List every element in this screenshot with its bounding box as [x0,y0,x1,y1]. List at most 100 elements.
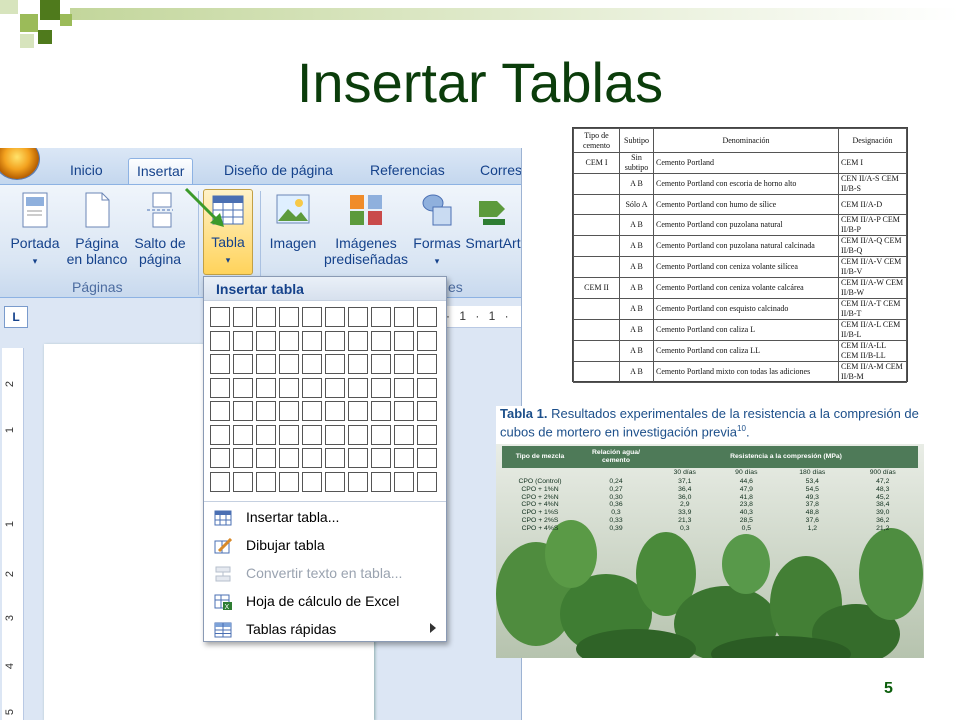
tab-insertar[interactable]: Insertar [128,158,194,184]
grid-cell[interactable] [210,307,230,327]
grid-cell[interactable] [394,471,414,492]
formas-button[interactable]: Formas ▾ [412,191,462,269]
grid-cell[interactable] [394,377,414,398]
pagina-en-blanco-button[interactable]: Página en blanco [66,191,128,267]
smartart-button[interactable]: SmartArt [464,191,521,251]
grid-cell[interactable] [256,307,276,327]
grid-cell[interactable] [325,354,345,374]
tab-selector[interactable]: L [4,306,28,328]
grid-cell[interactable] [279,354,299,374]
grid-cell[interactable] [279,307,299,327]
grid-cell[interactable] [417,424,437,445]
grid-cell[interactable] [302,448,322,468]
grid-cell[interactable] [417,307,437,327]
grid-cell[interactable] [394,330,414,351]
grid-cell[interactable] [371,448,391,468]
grid-cell[interactable] [394,424,414,445]
grid-cell[interactable] [210,354,230,374]
tab-referencias[interactable]: Referencias [362,158,453,184]
menu-tablas-rapidas[interactable]: Tablas rápidas [204,617,446,643]
grid-cell[interactable] [417,448,437,468]
grid-cell[interactable] [348,377,368,398]
grid-cell[interactable] [417,354,437,374]
grid-cell[interactable] [348,401,368,421]
grid-cell[interactable] [233,377,253,398]
grid-cell[interactable] [279,448,299,468]
grid-cell[interactable] [348,471,368,492]
grid-cell[interactable] [325,471,345,492]
table-size-grid[interactable] [210,307,442,495]
grid-cell[interactable] [325,448,345,468]
grid-cell[interactable] [348,448,368,468]
grid-cell[interactable] [210,330,230,351]
table-cell: CPO + 4%N [521,501,559,509]
grid-cell[interactable] [256,330,276,351]
grid-cell[interactable] [325,307,345,327]
grid-cell[interactable] [256,448,276,468]
grid-cell[interactable] [417,377,437,398]
grid-cell[interactable] [371,330,391,351]
grid-cell[interactable] [256,354,276,374]
grid-cell[interactable] [302,330,322,351]
grid-cell[interactable] [371,377,391,398]
grid-cell[interactable] [233,401,253,421]
grid-cell[interactable] [256,424,276,445]
tab-correspondencia[interactable]: Corres [472,158,521,184]
imagenes-predisenadas-button[interactable]: Imágenes prediseñadas [322,191,410,267]
grid-cell[interactable] [371,471,391,492]
grid-cell[interactable] [279,377,299,398]
grid-cell[interactable] [302,377,322,398]
grid-cell[interactable] [233,307,253,327]
grid-cell[interactable] [233,330,253,351]
grid-cell[interactable] [394,448,414,468]
grid-cell[interactable] [394,401,414,421]
grid-cell[interactable] [256,401,276,421]
grid-cell[interactable] [210,471,230,492]
grid-cell[interactable] [325,330,345,351]
grid-cell[interactable] [394,307,414,327]
grid-cell[interactable] [233,424,253,445]
grid-cell[interactable] [325,401,345,421]
menu-insertar-tabla[interactable]: Insertar tabla... [204,505,446,531]
grid-cell[interactable] [210,377,230,398]
grid-cell[interactable] [417,401,437,421]
grid-cell[interactable] [348,330,368,351]
grid-cell[interactable] [233,471,253,492]
grid-cell[interactable] [394,354,414,374]
office-button[interactable] [0,148,40,180]
grid-cell[interactable] [302,424,322,445]
grid-cell[interactable] [417,471,437,492]
grid-cell[interactable] [371,401,391,421]
grid-cell[interactable] [371,354,391,374]
grid-cell[interactable] [348,424,368,445]
grid-cell[interactable] [302,401,322,421]
grid-cell[interactable] [210,448,230,468]
grid-cell[interactable] [256,377,276,398]
imagen-button[interactable]: Imagen [266,191,320,251]
grid-cell[interactable] [279,424,299,445]
menu-hoja-de-calculo-excel[interactable]: X Hoja de cálculo de Excel [204,589,446,615]
portada-button[interactable]: Portada ▾ [8,191,62,269]
grid-cell[interactable] [233,448,253,468]
tab-inicio[interactable]: Inicio [62,158,111,184]
grid-cell[interactable] [371,424,391,445]
grid-cell[interactable] [302,471,322,492]
grid-cell[interactable] [417,330,437,351]
grid-cell[interactable] [210,401,230,421]
menu-dibujar-tabla[interactable]: Dibujar tabla [204,533,446,559]
grid-cell[interactable] [371,307,391,327]
table-row: A B Cemento Portland con puzolana natural… [573,235,907,257]
grid-cell[interactable] [302,307,322,327]
grid-cell[interactable] [325,424,345,445]
grid-cell[interactable] [233,354,253,374]
grid-cell[interactable] [256,471,276,492]
grid-cell[interactable] [302,354,322,374]
grid-cell[interactable] [348,354,368,374]
grid-cell[interactable] [210,424,230,445]
grid-cell[interactable] [279,401,299,421]
grid-cell[interactable] [279,471,299,492]
tab-diseno-de-pagina[interactable]: Diseño de página [216,158,341,184]
grid-cell[interactable] [348,307,368,327]
grid-cell[interactable] [325,377,345,398]
grid-cell[interactable] [279,330,299,351]
